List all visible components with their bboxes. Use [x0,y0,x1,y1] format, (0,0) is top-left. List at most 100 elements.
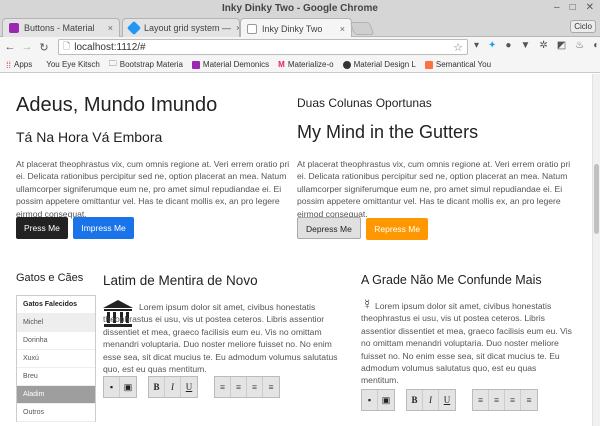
underline-button[interactable]: U [439,390,455,410]
tab-layout-grid[interactable]: Layout grid system — × [122,18,240,37]
file-toolbar-group: ▪ ▣ [103,376,137,398]
format-toolbar-group: B I U [406,389,456,411]
materialize-icon: M [278,60,285,69]
bookmark-star-icon[interactable]: ☆ [453,41,463,54]
extension-icon[interactable]: ▼ [520,40,530,51]
list-item[interactable]: Outros [17,404,95,422]
press-me-button[interactable]: Press Me [16,217,68,239]
apps-grid-icon: ⁞⁞ [6,59,12,70]
tab-buttons-material[interactable]: Buttons - Material × [2,18,120,37]
twitter-icon[interactable]: ✦ [488,40,496,51]
bookmark-apps[interactable]: ⁞⁞ Apps [6,60,32,70]
hero-left-buttons: Press Me Impress Me [16,217,135,239]
forward-arrow-icon[interactable]: → [20,41,34,53]
layout-favicon-icon [126,20,142,36]
page-content: Adeus, Mundo Imundo Tá Na Hora Vá Embora… [0,74,600,426]
tab-label: Inky Dinky Two [262,23,323,34]
material-icon [191,60,200,69]
extension-icon[interactable]: ✲ [539,40,547,51]
bookmark-item[interactable]: Material Design L [342,60,416,69]
scrollbar-thumb[interactable] [594,164,599,234]
new-file-icon[interactable]: ▪ [362,390,378,410]
align-justify-icon[interactable]: ≡ [263,377,279,397]
minimize-icon[interactable]: – [554,2,560,13]
close-tab-icon[interactable]: × [108,23,113,33]
bold-button[interactable]: B [149,377,165,397]
section-right-paragraph: Lorem ipsum dolor sit amet, civibus hone… [361,301,572,386]
tab-inky-dinky[interactable]: Inky Dinky Two × [240,18,352,38]
file-toolbar-group: ▪ ▣ [361,389,395,411]
extension-icon[interactable]: ● [505,40,511,51]
tab-label: Layout grid system — [144,23,232,33]
extension-icons: ▾ ✦ ● ▼ ✲ ◩ ♨ ◐ ≡ [474,40,600,51]
depress-me-button[interactable]: Depress Me [297,217,361,239]
repress-me-button[interactable]: Repress Me [366,218,429,240]
tab-label: Buttons - Material [24,23,95,33]
bookmark-item[interactable]: M Materialize-o [278,60,333,69]
list-item[interactable]: Breu [17,368,95,386]
list-item[interactable]: Michel [17,314,95,332]
hero-right-paragraph: At placerat theophrastus vix, cum omnis … [297,159,571,219]
new-tab-button[interactable] [349,22,375,35]
list-header: Gatos Falecidos [17,296,95,314]
list-item[interactable]: Dorinha [17,332,95,350]
address-bar[interactable]: 🗋 localhost:1112/# ☆ [58,39,468,55]
folder-icon: 🗀 [108,58,117,68]
hero-right-buttons: Depress Me Repress Me [297,217,429,240]
hero-subtitle: Tá Na Hora Vá Embora [16,129,163,145]
window-title: Inky Dinky Two - Google Chrome [222,3,378,14]
page-favicon-icon [247,23,257,34]
back-arrow-icon[interactable]: ← [3,41,17,53]
github-icon [342,60,351,69]
italic-button[interactable]: I [165,377,181,397]
impress-me-button[interactable]: Impress Me [73,217,134,239]
page-info-icon[interactable]: 🗋 [63,39,70,55]
align-left-icon[interactable]: ≡ [215,377,231,397]
extension-icon[interactable]: ◩ [557,40,566,51]
url-text[interactable]: localhost:1112/# [74,42,145,53]
align-right-icon[interactable]: ≡ [505,390,521,410]
align-left-icon[interactable]: ≡ [473,390,489,410]
align-right-icon[interactable]: ≡ [247,377,263,397]
underline-button[interactable]: U [181,377,197,397]
title-bar: Inky Dinky Two - Google Chrome – □ ✕ Cic… [0,0,600,38]
save-icon[interactable]: ▣ [120,377,136,397]
hero-title: Adeus, Mundo Imundo [16,94,218,116]
hero-left-paragraph: At placerat theophrastus vix, cum omnis … [16,159,290,219]
hero-right-overline: Duas Colunas Oportunas [297,96,432,110]
reload-icon[interactable]: ↻ [37,41,51,54]
section-right-title: A Grade Não Me Confunde Mais [361,273,542,287]
semantic-icon [424,60,433,69]
window-controls: – □ ✕ [554,2,594,13]
align-toolbar-group: ≡ ≡ ≡ ≡ [472,389,538,411]
align-center-icon[interactable]: ≡ [231,377,247,397]
save-icon[interactable]: ▣ [378,390,394,410]
close-window-icon[interactable]: ✕ [586,2,594,13]
material-favicon-icon [9,23,19,33]
extension-icon[interactable]: ♨ [575,40,584,51]
bookmarks-bar: ⁞⁞ Apps You Eye Kitsch 🗀 Bootstrap Mater… [0,57,600,73]
align-center-icon[interactable]: ≡ [489,390,505,410]
list-item-selected[interactable]: Aladim [17,386,95,404]
align-justify-icon[interactable]: ≡ [521,390,537,410]
bookmark-item[interactable]: Semantical You [424,60,491,69]
bold-button[interactable]: B [407,390,423,410]
format-toolbar-group: B I U [148,376,198,398]
browser-toolbar: ← → ↻ 🗋 localhost:1112/# ☆ ▾ ✦ ● ▼ ✲ ◩ ♨… [0,37,600,57]
page-scrollbar[interactable] [592,74,600,426]
bookmark-item[interactable]: Material Demonics [191,60,269,69]
section-mid-title: Latim de Mentira de Novo [103,273,258,288]
bookmark-item[interactable]: You Eye Kitsch [46,60,100,69]
close-tab-icon[interactable]: × [340,24,345,34]
hero-right-title: My Mind in the Gutters [297,122,479,142]
align-toolbar-group: ≡ ≡ ≡ ≡ [214,376,280,398]
list-item[interactable]: Xuxú [17,350,95,368]
bookmark-item[interactable]: 🗀 Bootstrap Materia [109,58,183,72]
extension-icon[interactable]: ▾ [474,40,479,51]
italic-button[interactable]: I [423,390,439,410]
profile-badge[interactable]: Ciclo [570,20,596,33]
maximize-icon[interactable]: □ [570,2,576,13]
new-file-icon[interactable]: ▪ [104,377,120,397]
pets-list: Gatos Falecidos Michel Dorinha Xuxú Breu… [16,295,96,422]
extension-icon[interactable]: ◐ [593,40,599,51]
